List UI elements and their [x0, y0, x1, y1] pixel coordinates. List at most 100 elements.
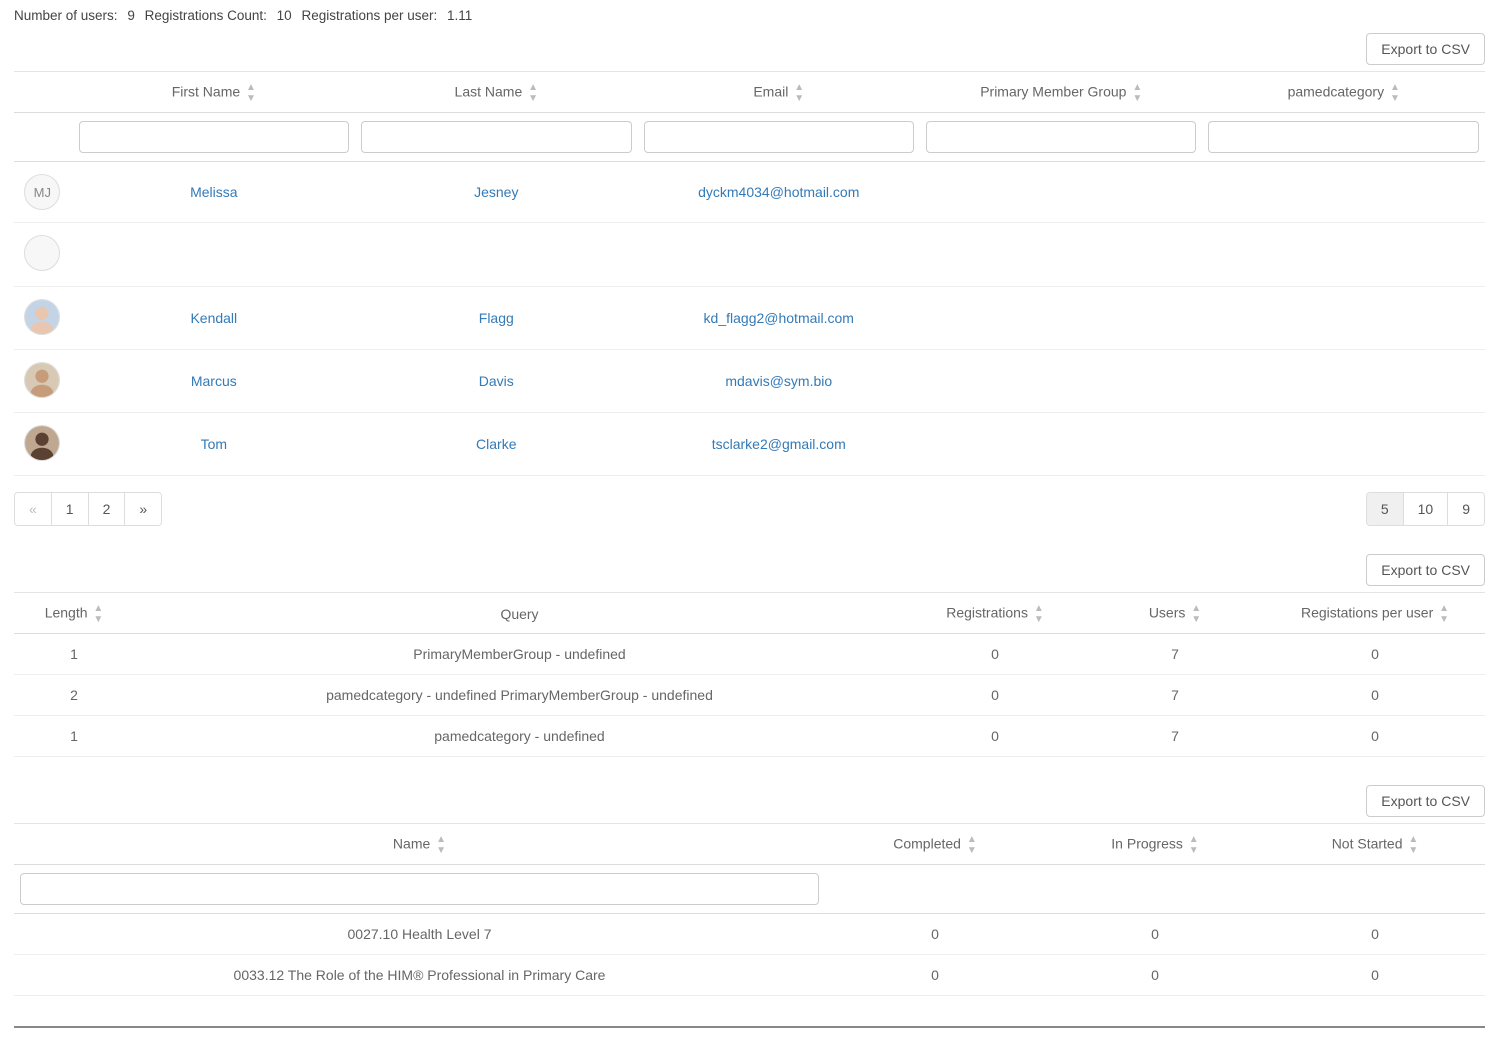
- page-1-button[interactable]: 1: [52, 493, 89, 525]
- filter-name-input[interactable]: [20, 873, 819, 905]
- table-row: TomClarketsclarke2@gmail.com: [14, 413, 1485, 476]
- users-cell: 7: [1085, 716, 1265, 757]
- filter-last-name-input[interactable]: [361, 121, 631, 153]
- table-row: MJ MelissaJesneydyckm4034@hotmail.com: [14, 162, 1485, 223]
- filter-pamedcategory-input[interactable]: [1208, 121, 1479, 153]
- page-size-9-button[interactable]: 9: [1448, 493, 1484, 525]
- last-name-cell[interactable]: [355, 223, 637, 287]
- length-cell: 1: [14, 716, 134, 757]
- column-header-reg-per-user[interactable]: Registations per user ▲▼: [1265, 593, 1485, 634]
- pamedcategory-cell: [1202, 287, 1485, 350]
- reg-count-label: Registrations Count:: [145, 8, 267, 23]
- column-header-not-started[interactable]: Not Started ▲▼: [1265, 824, 1485, 865]
- column-header-completed[interactable]: Completed ▲▼: [825, 824, 1045, 865]
- reg-per-user-cell: 0: [1265, 675, 1485, 716]
- page-2-button[interactable]: 2: [89, 493, 126, 525]
- avatar: [24, 299, 60, 335]
- filter-primary-member-group-input[interactable]: [926, 121, 1196, 153]
- email-cell[interactable]: tsclarke2@gmail.com: [638, 413, 920, 476]
- avatar: MJ: [24, 174, 60, 210]
- export-csv-button[interactable]: Export to CSV: [1366, 554, 1485, 586]
- column-header-email[interactable]: Email ▲▼: [638, 72, 920, 113]
- query-cell: pamedcategory - undefined: [134, 716, 905, 757]
- column-header-name[interactable]: Name ▲▼: [14, 824, 825, 865]
- primary-member-group-cell: [920, 287, 1202, 350]
- table-row: KendallFlaggkd_flagg2@hotmail.com: [14, 287, 1485, 350]
- num-users-label: Number of users:: [14, 8, 118, 23]
- not-started-cell: 0: [1265, 914, 1485, 955]
- table-row: 0033.12 The Role of the HIM® Professiona…: [14, 955, 1485, 996]
- last-name-cell[interactable]: Flagg: [355, 287, 637, 350]
- export-csv-button[interactable]: Export to CSV: [1366, 785, 1485, 817]
- table-row: 1PrimaryMemberGroup - undefined070: [14, 634, 1485, 675]
- prev-page-button[interactable]: «: [15, 493, 52, 525]
- first-name-cell[interactable]: Tom: [73, 413, 355, 476]
- completed-cell: 0: [825, 914, 1045, 955]
- column-header-pamedcategory[interactable]: pamedcategory ▲▼: [1202, 72, 1485, 113]
- column-header-query[interactable]: Query: [134, 593, 905, 634]
- table-row: MarcusDavismdavis@sym.bio: [14, 350, 1485, 413]
- email-cell[interactable]: dyckm4034@hotmail.com: [638, 162, 920, 223]
- column-header-first-name[interactable]: First Name ▲▼: [73, 72, 355, 113]
- column-header-users[interactable]: Users ▲▼: [1085, 593, 1265, 634]
- reg-per-user-label: Registrations per user:: [301, 8, 437, 23]
- reg-per-user-cell: 0: [1265, 716, 1485, 757]
- query-cell: PrimaryMemberGroup - undefined: [134, 634, 905, 675]
- users-cell: 7: [1085, 675, 1265, 716]
- first-name-cell[interactable]: Kendall: [73, 287, 355, 350]
- first-name-cell[interactable]: Melissa: [73, 162, 355, 223]
- filter-email-input[interactable]: [644, 121, 914, 153]
- query-cell: pamedcategory - undefined PrimaryMemberG…: [134, 675, 905, 716]
- first-name-cell[interactable]: Marcus: [73, 350, 355, 413]
- primary-member-group-cell: [920, 162, 1202, 223]
- sort-icon: ▲▼: [1189, 834, 1199, 856]
- column-header-last-name[interactable]: Last Name ▲▼: [355, 72, 637, 113]
- table-row: [14, 223, 1485, 287]
- email-cell[interactable]: [638, 223, 920, 287]
- last-name-cell[interactable]: Clarke: [355, 413, 637, 476]
- table-row: 0027.10 Health Level 7000: [14, 914, 1485, 955]
- primary-member-group-cell: [920, 223, 1202, 287]
- column-header-length[interactable]: Length ▲▼: [14, 593, 134, 634]
- avatar: [24, 235, 60, 271]
- users-table: First Name ▲▼ Last Name ▲▼ Email ▲▼ Prim…: [14, 71, 1485, 476]
- not-started-cell: 0: [1265, 955, 1485, 996]
- email-cell[interactable]: kd_flagg2@hotmail.com: [638, 287, 920, 350]
- num-users-value: 9: [127, 8, 135, 23]
- sort-icon: ▲▼: [93, 603, 103, 625]
- last-name-cell[interactable]: Davis: [355, 350, 637, 413]
- next-page-button[interactable]: »: [125, 493, 161, 525]
- query-table: Length ▲▼ Query Registrations ▲▼ Users ▲…: [14, 592, 1485, 757]
- reg-per-user-value: 1.11: [447, 8, 472, 23]
- sort-icon: ▲▼: [246, 82, 256, 104]
- sort-icon: ▲▼: [1408, 834, 1418, 856]
- sort-icon: ▲▼: [1034, 603, 1044, 625]
- page-size-5-button[interactable]: 5: [1367, 493, 1404, 525]
- primary-member-group-cell: [920, 413, 1202, 476]
- column-header-primary-member-group[interactable]: Primary Member Group ▲▼: [920, 72, 1202, 113]
- sort-icon: ▲▼: [1439, 603, 1449, 625]
- sort-icon: ▲▼: [967, 834, 977, 856]
- primary-member-group-cell: [920, 350, 1202, 413]
- table-row: 2pamedcategory - undefined PrimaryMember…: [14, 675, 1485, 716]
- length-cell: 1: [14, 634, 134, 675]
- progress-table: Name ▲▼ Completed ▲▼ In Progress ▲▼ Not …: [14, 823, 1485, 996]
- name-cell: 0033.12 The Role of the HIM® Professiona…: [14, 955, 825, 996]
- column-header-registrations[interactable]: Registrations ▲▼: [905, 593, 1085, 634]
- users-cell: 7: [1085, 634, 1265, 675]
- table-row: 1pamedcategory - undefined070: [14, 716, 1485, 757]
- sort-icon: ▲▼: [436, 834, 446, 856]
- bottom-divider: [14, 1026, 1485, 1028]
- pamedcategory-cell: [1202, 413, 1485, 476]
- filter-first-name-input[interactable]: [79, 121, 349, 153]
- first-name-cell[interactable]: [73, 223, 355, 287]
- sort-icon: ▲▼: [1390, 82, 1400, 104]
- in-progress-cell: 0: [1045, 914, 1265, 955]
- export-csv-button[interactable]: Export to CSV: [1366, 33, 1485, 65]
- page-size-10-button[interactable]: 10: [1404, 493, 1449, 525]
- registrations-cell: 0: [905, 675, 1085, 716]
- last-name-cell[interactable]: Jesney: [355, 162, 637, 223]
- column-header-in-progress[interactable]: In Progress ▲▼: [1045, 824, 1265, 865]
- sort-icon: ▲▼: [1132, 82, 1142, 104]
- email-cell[interactable]: mdavis@sym.bio: [638, 350, 920, 413]
